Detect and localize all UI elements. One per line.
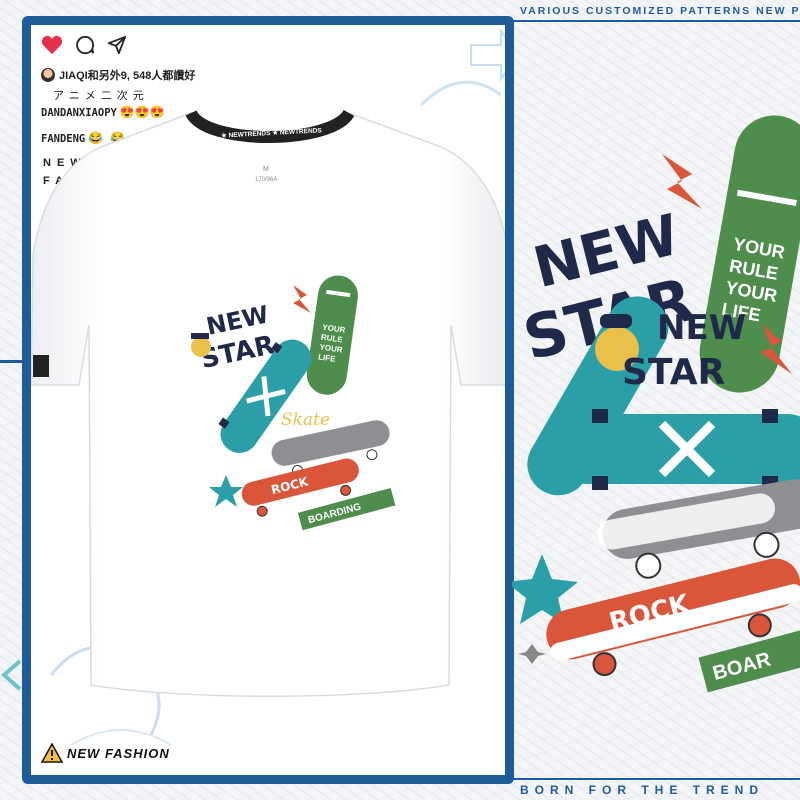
left-arrow-icon (0, 659, 22, 691)
warning-icon (41, 743, 63, 763)
print-script: Skate (281, 410, 330, 430)
tag-size: M (263, 166, 269, 173)
likes-line: JIAQI和另外9, 548人都讚好 (41, 67, 195, 83)
art-cap-icon (600, 314, 632, 328)
face-icon (191, 337, 211, 357)
footer-brand: NEW FASHION (41, 743, 170, 763)
tag-spec: 170/96A (255, 177, 277, 183)
likes-text[interactable]: JIAQI和另外9, 548人都讚好 (59, 67, 195, 83)
sleeve-patch (33, 355, 49, 377)
post-card: JIAQI和另外9, 548人都讚好 アニメ二次元 DANDANXIAOPY 😍😍… (22, 16, 514, 784)
art-teal-board-horizontal (552, 409, 800, 490)
post-action-bar (41, 35, 127, 55)
share-icon[interactable] (107, 35, 127, 55)
art-boarding-ribbon: BOAR (698, 629, 800, 693)
top-banner: VARIOUS CUSTOMIZED PATTERNS NEW PROD (512, 0, 800, 22)
left-stripe (0, 360, 22, 363)
art-sparkle-icon (518, 644, 546, 664)
art-lightning-icon (662, 154, 702, 209)
footer-brand-text: NEW FASHION (67, 745, 170, 761)
bottom-banner: BORN FOR THE TREND (512, 778, 800, 800)
tshirt-image: ★ NEWTRENDS ★ NEWTRENDS M 170/96A NEW ST… (31, 109, 505, 697)
artwork-closeup: NEW STAR YOUR RULE YOUR LIFE NEW STAR RO… (512, 115, 800, 693)
cap-icon (191, 333, 209, 339)
heart-icon[interactable] (41, 35, 63, 55)
art-overlay-new: NEW (657, 308, 746, 348)
comment-icon[interactable] (75, 35, 95, 55)
avatar[interactable] (41, 68, 55, 82)
art-overlay-star: STAR (622, 352, 725, 393)
